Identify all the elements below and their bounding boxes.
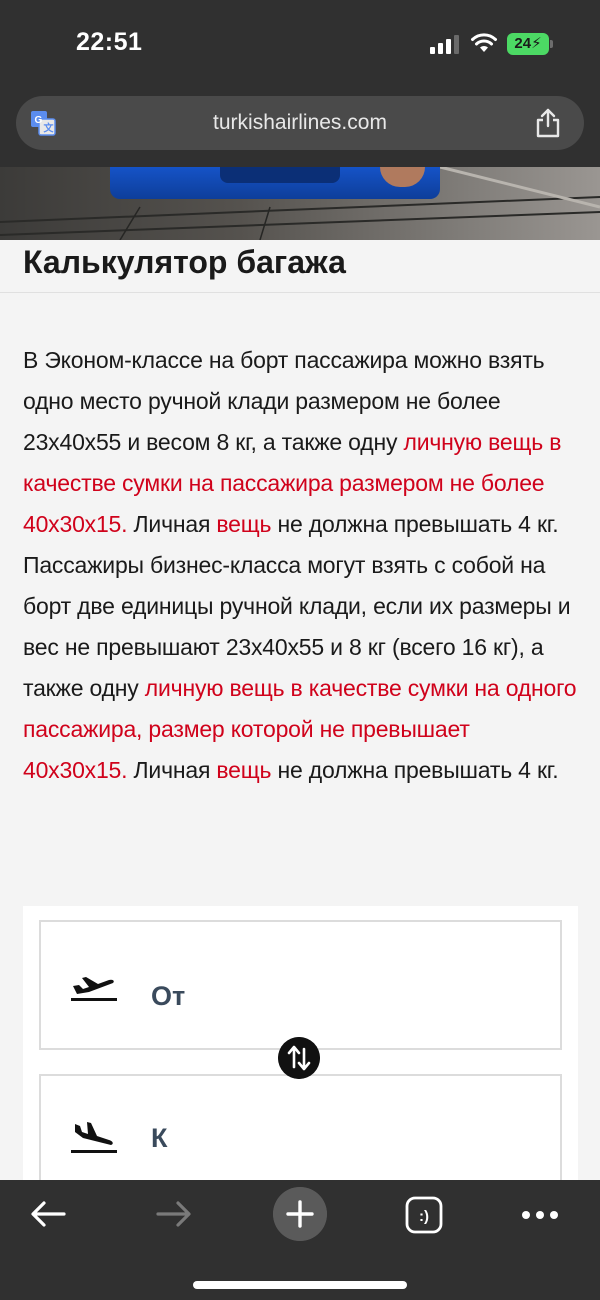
paragraph-text: Личная — [127, 757, 217, 783]
paragraph-text: Личная — [127, 511, 217, 537]
address-bar[interactable]: G 文 turkishairlines.com — [16, 96, 584, 150]
from-label: От — [151, 981, 186, 1011]
paragraph-text: не должна превышать 4 кг. — [271, 757, 559, 783]
share-icon[interactable] — [534, 108, 562, 138]
tabs-count: :) — [419, 1208, 429, 1225]
from-field[interactable]: От — [39, 920, 562, 1050]
page-title: Калькулятор багажа — [23, 244, 346, 280]
wifi-icon — [471, 33, 497, 52]
plus-icon[interactable] — [273, 1187, 327, 1241]
plane-arrival-icon — [71, 1122, 117, 1153]
home-indicator[interactable] — [193, 1281, 407, 1289]
browser-chrome: 22:51 24⚡ G 文 turkishairlines.com — [0, 0, 600, 167]
highlight-link[interactable]: вещь — [216, 511, 271, 537]
battery-cap — [550, 40, 553, 48]
to-label: К — [151, 1123, 168, 1153]
cellular-signal-icon — [430, 35, 459, 54]
highlight-link[interactable]: вещь — [216, 757, 271, 783]
paragraph-text: не должна превышать 4 кг. Пассажиры бизн… — [23, 511, 571, 701]
baggage-rules-paragraph: В Эконом-классе на борт пассажира можно … — [23, 340, 578, 791]
tabs-icon[interactable]: :) — [405, 1196, 443, 1234]
arrow-right-icon[interactable] — [154, 1196, 194, 1232]
url-text[interactable]: turkishairlines.com — [16, 111, 584, 135]
arrow-left-icon[interactable] — [28, 1196, 68, 1232]
swap-icon[interactable] — [278, 1037, 320, 1079]
more-icon[interactable] — [520, 1208, 560, 1222]
title-section: Калькулятор багажа — [0, 240, 600, 293]
battery-level: 24 — [514, 35, 532, 52]
plane-departure-icon — [71, 977, 117, 1001]
suitcase-handle-graphic — [220, 167, 340, 183]
battery-indicator: 24⚡ — [507, 33, 549, 55]
status-time: 22:51 — [76, 28, 143, 56]
